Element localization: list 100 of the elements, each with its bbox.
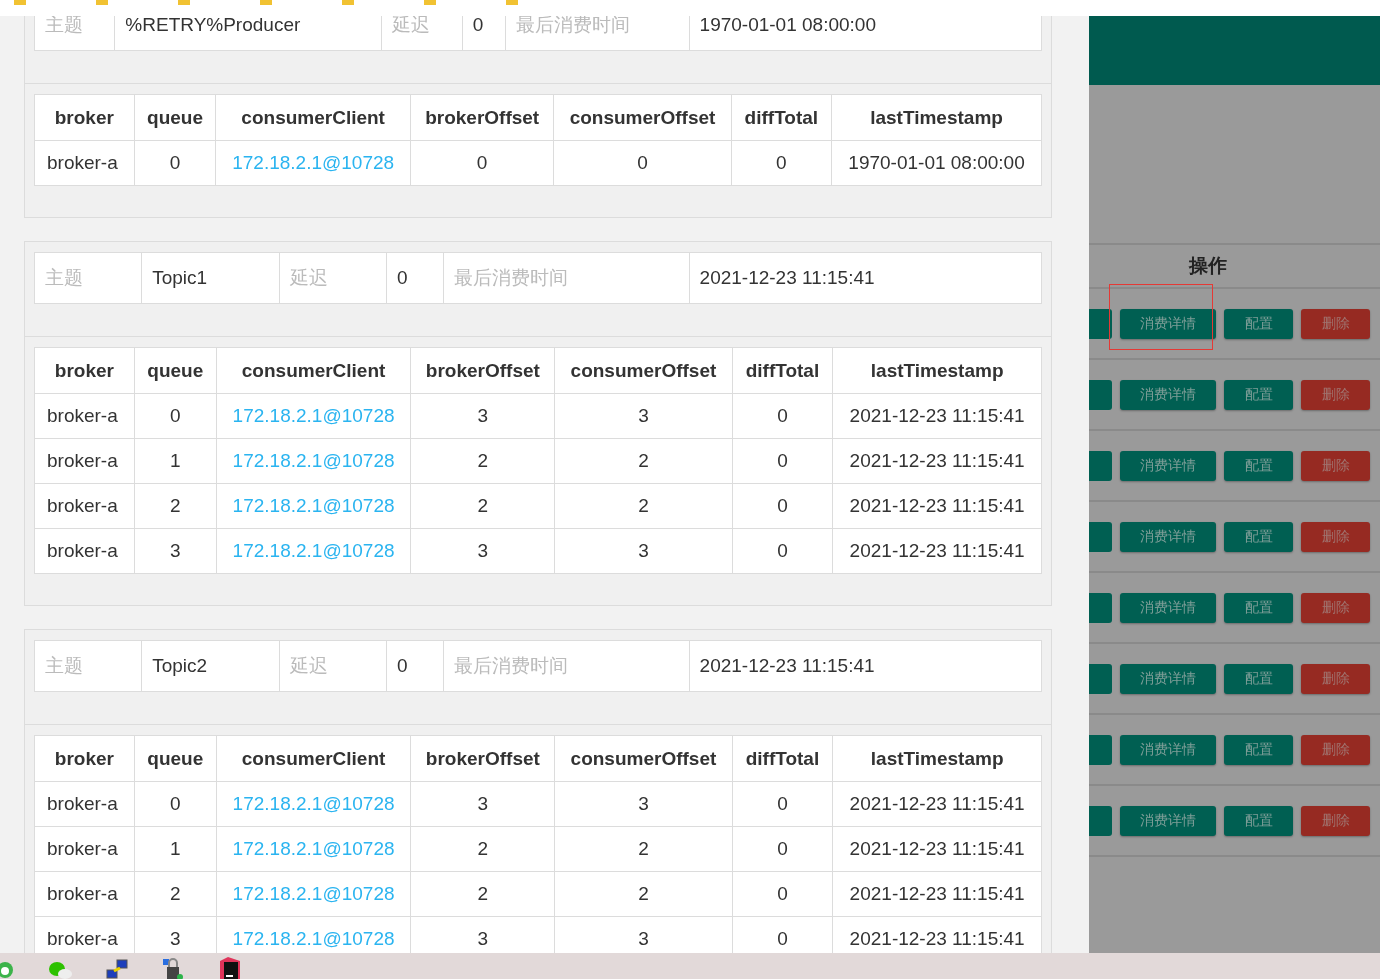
delete-button[interactable]: 删除 [1301,734,1370,765]
delete-button[interactable]: 删除 [1301,379,1370,410]
config-button[interactable]: 配置 [1224,663,1293,694]
column-header: queue [134,347,217,394]
last-consumed-value: 2021-12-23 11:15:41 [689,252,1042,304]
table-cell: 0 [732,528,833,574]
column-header: broker [34,347,135,394]
client-link[interactable]: 172.18.2.1@10728 [216,871,411,917]
delete-button[interactable]: 删除 [1301,663,1370,694]
table-cell: 0 [732,393,833,439]
table-cell: broker-a [34,826,135,872]
column-header: consumerClient [216,735,411,782]
table-cell: 2 [554,871,733,917]
last-consumed-label: 最后消费时间 [443,252,690,304]
table-cell: 3 [410,393,555,439]
delete-button[interactable]: 删除 [1301,592,1370,623]
delete-button[interactable]: 删除 [1301,521,1370,552]
table-cell: 3 [410,528,555,574]
table-cell: 2 [554,826,733,872]
details-button[interactable]: 消费详情 [1120,663,1216,694]
config-button[interactable]: 配置 [1224,379,1293,410]
action-button[interactable] [1089,450,1112,481]
table-cell: 2021-12-23 11:15:41 [832,393,1042,439]
table-cell: 0 [134,781,217,827]
client-link[interactable]: 172.18.2.1@10728 [216,438,411,484]
delete-button[interactable]: 删除 [1301,308,1370,339]
column-header: queue [134,735,217,782]
table-cell: 2021-12-23 11:15:41 [832,781,1042,827]
details-button[interactable]: 消费详情 [1120,734,1216,765]
action-button[interactable] [1089,663,1112,694]
details-button[interactable]: 消费详情 [1120,805,1216,836]
ide-icon[interactable] [218,957,242,979]
table-cell: broker-a [34,140,135,186]
action-button[interactable] [1089,592,1112,623]
column-header: broker [34,94,135,141]
table-cell: 0 [731,140,832,186]
chat-icon[interactable] [48,961,72,979]
table-cell: 0 [732,781,833,827]
client-link[interactable]: 172.18.2.1@10728 [216,483,411,529]
table-cell: broker-a [34,438,135,484]
table-cell: broker-a [34,483,135,529]
topic-value: Topic2 [141,640,280,692]
client-link[interactable]: 172.18.2.1@10728 [216,826,411,872]
column-header: lastTimestamp [831,94,1042,141]
table-cell: 1 [134,826,217,872]
topic-label: 主题 [34,252,142,304]
delay-label: 延迟 [381,16,463,51]
client-link[interactable]: 172.18.2.1@10728 [215,140,411,186]
config-button[interactable]: 配置 [1224,308,1293,339]
column-header: consumerOffset [553,94,732,141]
table-cell: 0 [134,393,217,439]
last-consumed-label: 最后消费时间 [505,16,690,51]
table-cell: 0 [134,140,216,186]
network-icon[interactable] [106,959,128,979]
table-cell: 3 [554,528,733,574]
table-cell: 3 [554,781,733,827]
action-button[interactable] [1089,805,1112,836]
topic-label: 主题 [34,640,142,692]
action-button[interactable] [1089,521,1112,552]
delay-label: 延迟 [279,640,387,692]
table-cell: 0 [732,483,833,529]
column-header: consumerClient [216,347,411,394]
table-cell: 2021-12-23 11:15:41 [832,483,1042,529]
table-cell: 0 [732,826,833,872]
details-button[interactable]: 消费详情 [1120,592,1216,623]
details-button[interactable]: 消费详情 [1120,450,1216,481]
details-button[interactable]: 消费详情 [1120,521,1216,552]
delay-value: 0 [386,252,444,304]
delete-button[interactable]: 删除 [1301,805,1370,836]
config-button[interactable]: 配置 [1224,592,1293,623]
action-button[interactable] [1089,308,1112,339]
action-button[interactable] [1089,379,1112,410]
client-link[interactable]: 172.18.2.1@10728 [216,528,411,574]
action-button[interactable] [1089,734,1112,765]
table-cell: 2 [134,871,217,917]
table-cell: 2021-12-23 11:15:41 [832,826,1042,872]
details-button[interactable]: 消费详情 [1120,379,1216,410]
circle-app-icon[interactable] [0,961,14,979]
client-link[interactable]: 172.18.2.1@10728 [216,393,411,439]
table-cell: 2021-12-23 11:15:41 [832,438,1042,484]
table-cell: 2 [554,483,733,529]
table-cell: broker-a [34,781,135,827]
table-cell: broker-a [34,871,135,917]
lock-icon[interactable] [162,957,184,979]
column-header: consumerClient [215,94,411,141]
client-link[interactable]: 172.18.2.1@10728 [216,781,411,827]
config-button[interactable]: 配置 [1224,521,1293,552]
config-button[interactable]: 配置 [1224,734,1293,765]
delete-button[interactable]: 删除 [1301,450,1370,481]
table-cell: 0 [732,438,833,484]
last-consumed-value: 2021-12-23 11:15:41 [689,640,1042,692]
config-button[interactable]: 配置 [1224,450,1293,481]
table-cell: 2 [554,438,733,484]
delay-label: 延迟 [279,252,387,304]
last-consumed-label: 最后消费时间 [443,640,690,692]
column-header: 操作 [1189,254,1227,278]
details-button[interactable]: 消费详情 [1120,308,1216,339]
config-button[interactable]: 配置 [1224,805,1293,836]
last-consumed-value: 1970-01-01 08:00:00 [689,16,1042,51]
column-header: brokerOffset [410,347,555,394]
